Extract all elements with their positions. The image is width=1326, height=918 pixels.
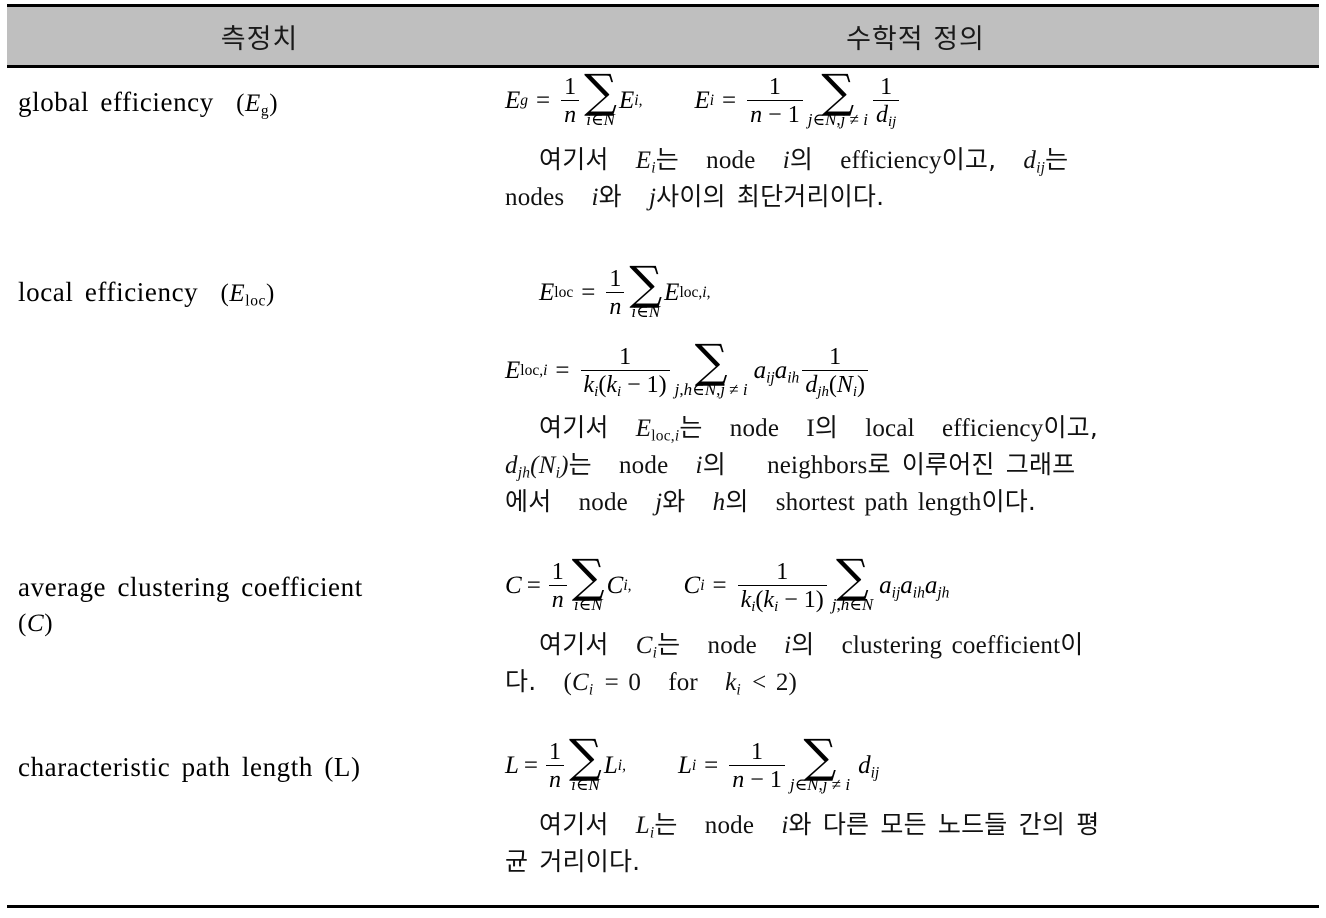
table-header-row: 측정치 수학적 정의 [7, 7, 1319, 65]
measure-name-text: characteristic path length (L) [18, 752, 361, 782]
formula-clustering-coefficient: C = 1n ∑ i∈N Ci, Ci = 1 ki(ki − 1) ∑ j,h… [505, 549, 950, 616]
note-local-efficiency: 여기서 Eloc,i는 node I의 local efficiency이고, … [505, 412, 1098, 516]
definition-cell-clustering-coefficient: C = 1n ∑ i∈N Ci, Ci = 1 ki(ki − 1) ∑ j,h… [505, 553, 1326, 701]
formula-local-efficiency-node: Eloc,i = 1 ki(ki − 1) ∑ j,h∈N,j ≠ i aijai… [505, 320, 1312, 399]
table-row: global efficiency (Eg) Eg = 1n ∑ i∈N Ei, … [0, 68, 1326, 216]
note-clustering-coefficient: 여기서 Ci는 node i의 clustering coefficient이 … [505, 629, 1084, 699]
table-row: characteristic path length (L) L = 1n ∑ i… [0, 733, 1326, 880]
measure-label-global-efficiency: global efficiency (Eg) [18, 87, 279, 120]
column-header-measure: 측정치 [220, 23, 299, 55]
measure-name-text: average clustering coefficient [18, 572, 363, 602]
definition-cell-global-efficiency: Eg = 1n ∑ i∈N Ei, Ei = 1n − 1 ∑ j∈N,j ≠ i … [505, 68, 1326, 216]
measure-name-text: local efficiency [18, 277, 199, 307]
table-bottom-rule [7, 905, 1319, 908]
measure-label-local-efficiency: local efficiency (Eloc) [18, 277, 275, 310]
measure-label-clustering-coefficient: average clustering coefficient (C) [18, 572, 363, 637]
definition-cell-local-efficiency: Eloc = 1n ∑ i∈N Eloc,i, Eloc,i = 1 ki(ki … [505, 258, 1326, 521]
table-body: global efficiency (Eg) Eg = 1n ∑ i∈N Ei, … [0, 68, 1326, 905]
measure-label-characteristic-path-length: characteristic path length (L) [0, 733, 505, 880]
definition-cell-characteristic-path-length: L = 1n ∑ i∈N Li, Li = 1n − 1 ∑ j∈N,j ≠ i d… [505, 733, 1326, 880]
formula-local-efficiency-mean: Eloc = 1n ∑ i∈N Eloc,i, [539, 256, 711, 321]
measure-name-text: global efficiency [18, 87, 214, 117]
column-header-definition: 수학적 정의 [846, 23, 985, 55]
note-global-efficiency: 여기서 Ei는 node i의 efficiency이고, dij는 nodes… [505, 144, 1069, 211]
metrics-definition-table: 측정치 수학적 정의 global efficiency (Eg) Eg = 1… [0, 0, 1326, 918]
note-characteristic-path-length: 여기서 Li는 node i와 다른 모든 노드들 간의 평 균 거리이다. [505, 809, 1100, 876]
table-row: local efficiency (Eloc) Eloc = 1n ∑ i∈N E… [0, 258, 1326, 521]
formula-characteristic-path-length: L = 1n ∑ i∈N Li, Li = 1n − 1 ∑ j∈N,j ≠ i d… [505, 729, 880, 794]
formula-global-efficiency: Eg = 1n ∑ i∈N Ei, Ei = 1n − 1 ∑ j∈N,j ≠ i … [505, 68, 1312, 130]
table-row: average clustering coefficient (C) C = 1… [0, 553, 1326, 701]
